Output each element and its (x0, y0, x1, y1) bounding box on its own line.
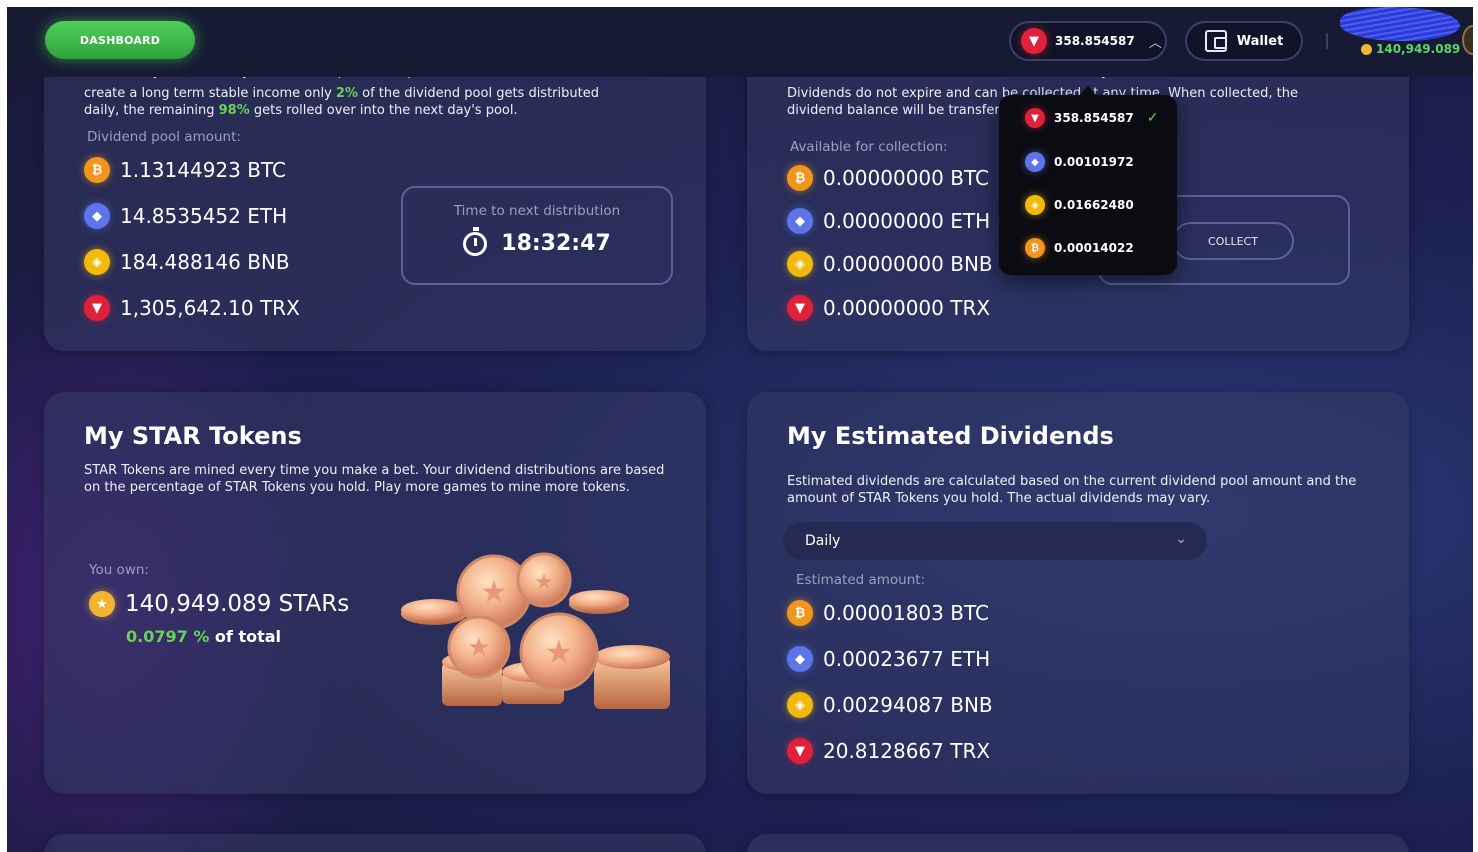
trx-icon: ▼ (84, 295, 110, 321)
estimated-description: Estimated dividends are calculated based… (787, 474, 1357, 506)
trx-icon: ▼ (787, 295, 813, 321)
currency-dropdown: ▼ 358.854587 ✓ ◆ 0.00101972 ◈ 0.01662480… (999, 86, 1177, 275)
header-star-balance: 140,949.089 (1361, 42, 1460, 56)
period-selected-value: Daily (805, 533, 841, 549)
dropdown-item-bnb[interactable]: ◈ 0.01662480 (1025, 195, 1134, 215)
svg-text:★: ★ (545, 633, 574, 671)
rolled-over-percent: 98% (218, 103, 250, 118)
timer-label: Time to next distribution (453, 203, 621, 219)
available-label: Available for collection: (790, 139, 948, 155)
dropdown-item-btc[interactable]: ₿ 0.00014022 (1025, 238, 1134, 258)
star-tokens-title: My STAR Tokens (84, 422, 302, 450)
pool-description: create a long term stable income only 2%… (84, 86, 599, 118)
header-divider (1326, 33, 1328, 49)
top-bar: DASHBOARD ▼ 358.854587 ︿ Wallet 140,949.… (7, 7, 1473, 77)
distribution-timer: Time to next distribution 18:32:47 (401, 186, 673, 285)
redacted-username (1340, 7, 1460, 41)
star-coins-illustration: ★ ★ ★ ★ (401, 552, 670, 709)
svg-text:★: ★ (481, 575, 508, 610)
chevron-up-icon: ︿ (1148, 35, 1162, 51)
star-icon (1361, 43, 1372, 55)
eth-icon: ◆ (1025, 152, 1045, 172)
pool-amount-btc: ₿ 1.13144923 BTC (84, 157, 286, 183)
pool-amount-eth: ◆ 14.8535452 ETH (84, 203, 287, 229)
trx-icon: ▼ (787, 738, 813, 764)
available-btc: ₿ 0.00000000 BTC (787, 165, 989, 191)
eth-icon: ◆ (84, 203, 110, 229)
trx-icon: ▼ (1025, 108, 1045, 128)
dashboard-button[interactable]: DASHBOARD (45, 21, 195, 59)
estimated-bnb: ◈ 0.00294087 BNB (787, 692, 993, 718)
estimated-trx: ▼ 20.8128667 TRX (787, 738, 990, 764)
bnb-icon: ◈ (1025, 195, 1045, 215)
wallet-icon (1204, 30, 1227, 52)
pool-amount-trx: ▼ 1,305,642.10 TRX (84, 295, 300, 321)
svg-text:★: ★ (534, 570, 554, 595)
app-frame: Dividend system is a way to distribute p… (7, 7, 1473, 852)
star-tokens-description: STAR Tokens are mined every time you mak… (84, 463, 665, 495)
collect-button[interactable]: COLLECT (1172, 222, 1294, 260)
chevron-down-icon: ⌄ (1175, 531, 1187, 547)
btc-icon: ₿ (787, 600, 813, 626)
bottom-card-left (44, 834, 706, 852)
star-icon: ★ (89, 591, 115, 617)
estimated-eth: ◆ 0.00023677 ETH (787, 646, 990, 672)
btc-icon: ₿ (787, 165, 813, 191)
check-icon: ✓ (1146, 110, 1159, 126)
trx-icon: ▼ (1021, 28, 1047, 54)
timer-value: 18:32:47 (501, 231, 611, 256)
pool-amount-bnb: ◈ 184.488146 BNB (84, 249, 290, 275)
star-amount: ★ 140,949.089 STARs (89, 591, 349, 617)
star-tokens-card: My STAR Tokens STAR Tokens are mined eve… (44, 392, 706, 794)
bnb-icon: ◈ (84, 249, 110, 275)
avatar[interactable] (1462, 25, 1473, 55)
period-select[interactable]: Daily ⌄ (783, 522, 1207, 560)
star-percent: 0.0797 % of total (126, 627, 282, 646)
estimated-dividends-card: My Estimated Dividends Estimated dividen… (747, 392, 1409, 794)
stopwatch-icon (463, 226, 488, 256)
distributed-percent: 2% (335, 86, 358, 101)
currency-balance-selector[interactable]: ▼ 358.854587 ︿ (1009, 21, 1167, 61)
wallet-button[interactable]: Wallet (1185, 21, 1303, 61)
dividend-pool-card: Dividend system is a way to distribute p… (44, 47, 706, 351)
bnb-icon: ◈ (787, 692, 813, 718)
btc-icon: ₿ (84, 157, 110, 183)
dropdown-item-trx[interactable]: ▼ 358.854587 ✓ (1025, 108, 1158, 128)
own-label: You own: (89, 562, 149, 578)
current-balance: 358.854587 (1055, 34, 1135, 48)
bnb-icon: ◈ (787, 251, 813, 277)
eth-icon: ◆ (787, 208, 813, 234)
available-trx: ▼ 0.00000000 TRX (787, 295, 990, 321)
svg-text:★: ★ (467, 633, 490, 663)
estimated-amount-label: Estimated amount: (796, 572, 926, 588)
pool-amount-label: Dividend pool amount: (87, 129, 241, 145)
dropdown-item-eth[interactable]: ◆ 0.00101972 (1025, 152, 1134, 172)
estimated-dividends-title: My Estimated Dividends (787, 422, 1114, 450)
estimated-btc: ₿ 0.00001803 BTC (787, 600, 989, 626)
available-bnb: ◈ 0.00000000 BNB (787, 251, 993, 277)
bottom-card-right (747, 834, 1409, 852)
eth-icon: ◆ (787, 646, 813, 672)
btc-icon: ₿ (1025, 238, 1045, 258)
available-eth: ◆ 0.00000000 ETH (787, 208, 990, 234)
